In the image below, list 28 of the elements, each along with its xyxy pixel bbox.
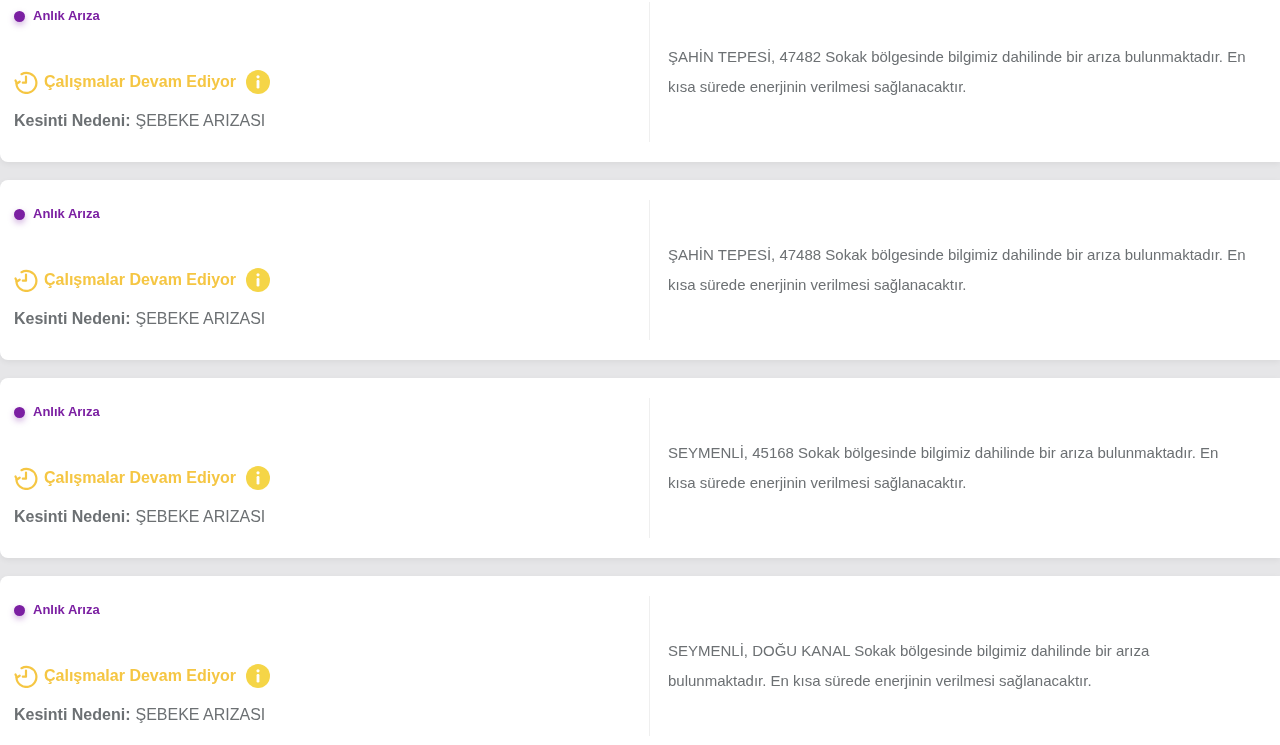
outage-type-label: Anlık Arıza [33, 205, 100, 223]
work-status-text: Çalışmalar Devam Ediyor [44, 468, 237, 488]
outage-description: ŞAHİN TEPESİ, 47482 Sokak bölgesinde bilgimiz dahilinde bir arıza bulunmaktadır. En kısa sürede enerjinin verilmesi sağlanacaktır. [668, 47, 1247, 97]
outage-type-label: Anlık Arıza [33, 7, 100, 25]
clock-history-icon [14, 70, 38, 94]
outage-reason-label: Kesinti Nedeni: [14, 309, 131, 329]
clock-history-icon [14, 466, 38, 490]
work-status-text: Çalışmalar Devam Ediyor [44, 72, 237, 92]
work-status-text: Çalışmalar Devam Ediyor [44, 270, 237, 290]
outage-reason-value: ŞEBEKE ARIZASI [135, 309, 266, 329]
info-icon[interactable] [246, 70, 271, 94]
outage-reason-value: ŞEBEKE ARIZASI [135, 111, 266, 131]
outage-type-label: Anlık Arıza [33, 601, 100, 619]
outage-reason-value: ŞEBEKE ARIZASI [135, 705, 266, 725]
outage-reason-value: ŞEBEKE ARIZASI [135, 507, 266, 527]
info-icon[interactable] [246, 664, 271, 688]
outage-reason-label: Kesinti Nedeni: [14, 705, 131, 725]
outage-reason-label: Kesinti Nedeni: [14, 111, 131, 131]
info-icon[interactable] [246, 466, 271, 490]
outage-description: ŞAHİN TEPESİ, 47488 Sokak bölgesinde bilgimiz dahilinde bir arıza bulunmaktadır. En kısa sürede enerjinin verilmesi sağlanacaktır. [668, 245, 1247, 295]
clock-history-icon [14, 268, 38, 292]
outage-description: SEYMENLİ, DOĞU KANAL Sokak bölgesinde bilgimiz dahilinde bir arıza bulunmaktadır. En kısa sürede enerjinin verilmesi sağlanacaktır. [668, 641, 1151, 691]
outage-reason-label: Kesinti Nedeni: [14, 507, 131, 527]
outage-description: SEYMENLİ, 45168 Sokak bölgesinde bilgimiz dahilinde bir arıza bulunmaktadır. En kısa sürede enerjinin verilmesi sağlanacaktır. [668, 443, 1220, 493]
work-status-text: Çalışmalar Devam Ediyor [44, 666, 237, 686]
info-icon[interactable] [246, 268, 271, 292]
outage-type-label: Anlık Arıza [33, 403, 100, 421]
clock-history-icon [14, 664, 38, 688]
